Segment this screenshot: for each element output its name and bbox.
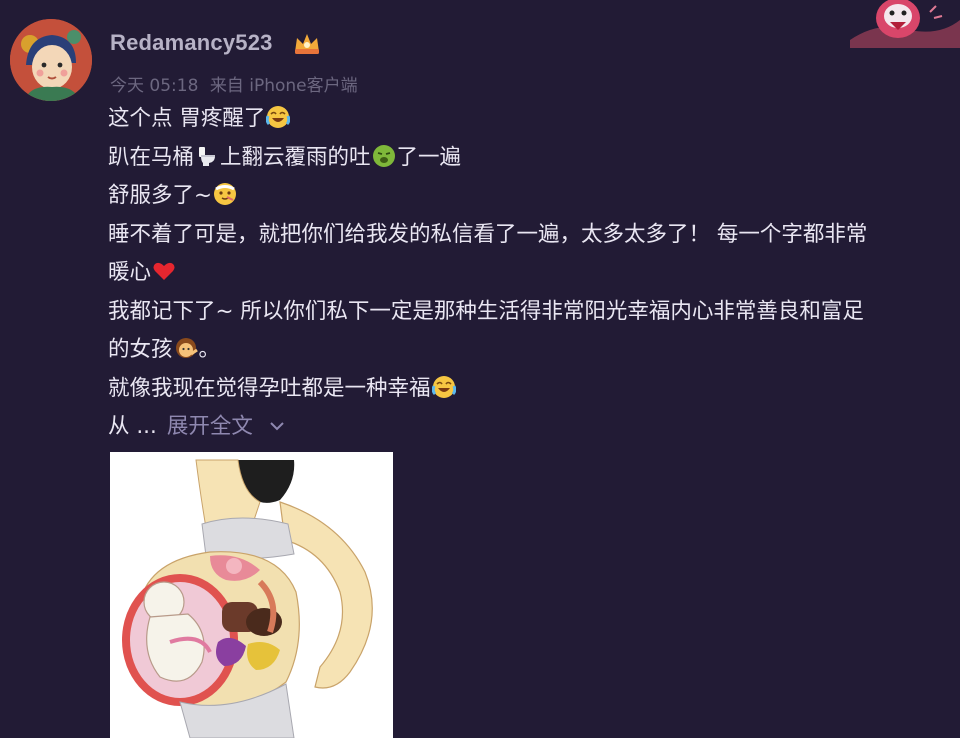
post-text-segment: 上翻云覆雨的吐 — [220, 144, 371, 170]
chevron-down-icon[interactable] — [269, 420, 285, 432]
post-text-segment: 暖心 — [108, 260, 152, 285]
truncated-text: 从 ... — [108, 414, 157, 439]
corner-sticker — [850, 0, 960, 48]
girl-emoji — [175, 338, 198, 358]
dizzy-emoji — [214, 183, 237, 205]
post-line: 睡不着了可是，就把你们给我发的私信看了一遍，太多太多了！ 每一个字都非常 — [108, 216, 958, 255]
nauseated-emoji — [372, 144, 395, 167]
crying-laugh-emoji — [431, 375, 456, 398]
post-timestamp: 今天 05:18 — [110, 76, 199, 96]
pregnancy-illustration — [110, 452, 393, 738]
post-line: 趴在马桶 上翻云覆雨的吐 了一遍 — [108, 139, 958, 178]
post-text-segment: 了一遍 — [396, 144, 462, 170]
username[interactable]: Redamancy523 — [110, 30, 273, 56]
post-line: 暖心 — [108, 254, 958, 293]
expand-row: 从 ... 展开全文 — [108, 408, 958, 447]
toilet-emoji — [199, 146, 216, 166]
red-heart-emoji — [153, 262, 175, 280]
avatar-image — [10, 19, 92, 101]
post-meta: 今天 05:18 来自 iPhone客户端 — [110, 71, 364, 96]
post-text-segment: 的女孩 — [108, 337, 173, 362]
post-text-segment: 我都记下了~ 所以你们私下一定是那种生活得非常阳光幸福内心非常善良和富足 — [108, 298, 864, 324]
post-text-segment: 这个点 胃疼醒了 — [108, 106, 266, 131]
vip-crown-icon — [295, 34, 319, 54]
post-text-segment: 就像我现在觉得孕吐都是一种幸福 — [108, 375, 431, 401]
expand-full-text-link[interactable]: 展开全文 — [167, 414, 253, 439]
post-line: 就像我现在觉得孕吐都是一种幸福 — [108, 370, 958, 409]
post-text-segment: 睡不着了可是，就把你们给我发的私信看了一遍，太多太多了！ 每一个字都非常 — [108, 221, 868, 247]
post-text-segment: 舒服多了~ — [108, 183, 213, 208]
post-text-segment: 。 — [198, 337, 221, 362]
post-line: 的女孩。 — [108, 331, 958, 370]
post-source: 来自 iPhone客户端 — [209, 76, 358, 96]
crying-laugh-emoji — [266, 106, 291, 128]
post-body: 这个点 胃疼醒了 趴在马桶 上翻云覆雨的吐 了一遍 舒服多了~ 睡不着了可是，就把你… — [108, 100, 958, 447]
avatar[interactable] — [10, 19, 92, 101]
post-image[interactable] — [110, 452, 393, 738]
post-line: 这个点 胃疼醒了 — [108, 100, 958, 139]
post-line: 舒服多了~ — [108, 177, 958, 216]
post-line: 我都记下了~ 所以你们私下一定是那种生活得非常阳光幸福内心非常善良和富足 — [108, 293, 958, 332]
post-text-segment: 趴在马桶 — [108, 144, 195, 170]
